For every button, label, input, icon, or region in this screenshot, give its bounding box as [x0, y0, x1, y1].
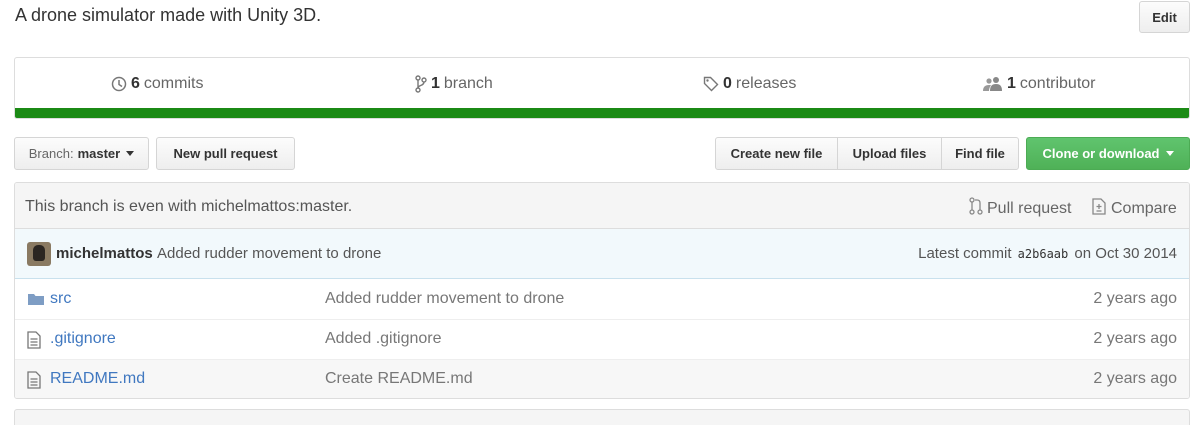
tracking-message: This branch is even with michelmattos:ma… — [25, 198, 353, 215]
file-browser: This branch is even with michelmattos:ma… — [14, 182, 1190, 399]
file-name[interactable]: .gitignore — [50, 330, 116, 348]
file-age: 2 years ago — [1093, 370, 1177, 387]
branches-count: 1 — [431, 75, 440, 92]
commit-message[interactable]: Added rudder movement to drone — [157, 245, 381, 262]
file-row: README.md Create README.md 2 years ago — [15, 360, 1189, 398]
git-pull-request-icon — [969, 197, 987, 220]
branch-prefix: Branch: — [28, 146, 74, 161]
clone-or-download-button[interactable]: Clone or download — [1026, 137, 1190, 170]
contributors-count: 1 — [1007, 75, 1016, 92]
find-file-button[interactable]: Find file — [941, 137, 1019, 170]
commit-author[interactable]: michelmattos — [56, 245, 153, 262]
readme-header — [14, 409, 1190, 425]
new-pull-request-button[interactable]: New pull request — [156, 137, 295, 170]
repo-summary: 6 commits 1 branch 0 releases 1 contribu… — [14, 57, 1190, 119]
language-bar — [15, 108, 1189, 118]
edit-description-button[interactable]: Edit — [1139, 1, 1190, 33]
branch-select-button[interactable]: Branch: master — [14, 137, 149, 170]
clone-label: Clone or download — [1042, 146, 1160, 161]
releases-count: 0 — [723, 75, 732, 92]
latest-commit-bar: michelmattos Added rudder movement to dr… — [15, 229, 1189, 279]
pull-request-link[interactable]: Pull request — [969, 197, 1072, 220]
releases-label: releases — [735, 75, 797, 92]
avatar[interactable] — [27, 242, 51, 266]
commits-link[interactable]: 6 commits — [111, 73, 203, 95]
file-name[interactable]: README.md — [50, 370, 145, 388]
file-text-icon — [27, 371, 41, 392]
file-commit-message[interactable]: Create README.md — [325, 370, 473, 388]
branches-label: branch — [443, 75, 493, 92]
branch-name: master — [77, 146, 121, 161]
contributors-link[interactable]: 1 contributor — [983, 73, 1096, 95]
upload-files-button[interactable]: Upload files — [837, 137, 942, 170]
file-name[interactable]: src — [50, 290, 71, 308]
diff-icon — [1091, 197, 1111, 220]
file-text-icon — [27, 331, 41, 352]
commit-date: on Oct 30 2014 — [1074, 245, 1177, 262]
file-age: 2 years ago — [1093, 290, 1177, 307]
repo-description: A drone simulator made with Unity 3D. — [15, 5, 322, 25]
pull-request-label: Pull request — [987, 199, 1072, 217]
folder-icon — [27, 291, 45, 310]
people-icon — [983, 76, 1003, 92]
create-new-file-button[interactable]: Create new file — [715, 137, 838, 170]
caret-down-icon — [1165, 151, 1174, 156]
tag-icon — [703, 76, 719, 92]
file-row: .gitignore Added .gitignore 2 years ago — [15, 320, 1189, 360]
file-commit-message[interactable]: Added rudder movement to drone — [325, 290, 564, 308]
commit-sha[interactable]: a2b6aab — [1018, 247, 1069, 261]
latest-commit-info: Latest commit a2b6aab on Oct 30 2014 — [918, 245, 1177, 262]
contributors-label: contributor — [1019, 75, 1096, 92]
releases-link[interactable]: 0 releases — [703, 73, 796, 95]
git-branch-icon — [415, 75, 427, 93]
latest-commit-prefix: Latest commit — [918, 245, 1012, 262]
file-age: 2 years ago — [1093, 330, 1177, 347]
commits-label: commits — [143, 75, 204, 92]
commits-count: 6 — [131, 75, 140, 92]
history-icon — [111, 76, 127, 92]
compare-label: Compare — [1111, 199, 1177, 217]
compare-link[interactable]: Compare — [1091, 197, 1177, 220]
branches-link[interactable]: 1 branch — [415, 73, 493, 95]
caret-down-icon — [126, 151, 135, 156]
file-commit-message[interactable]: Added .gitignore — [325, 330, 442, 348]
file-row: src Added rudder movement to drone 2 yea… — [15, 280, 1189, 320]
branch-tracking-bar: This branch is even with michelmattos:ma… — [15, 183, 1189, 229]
